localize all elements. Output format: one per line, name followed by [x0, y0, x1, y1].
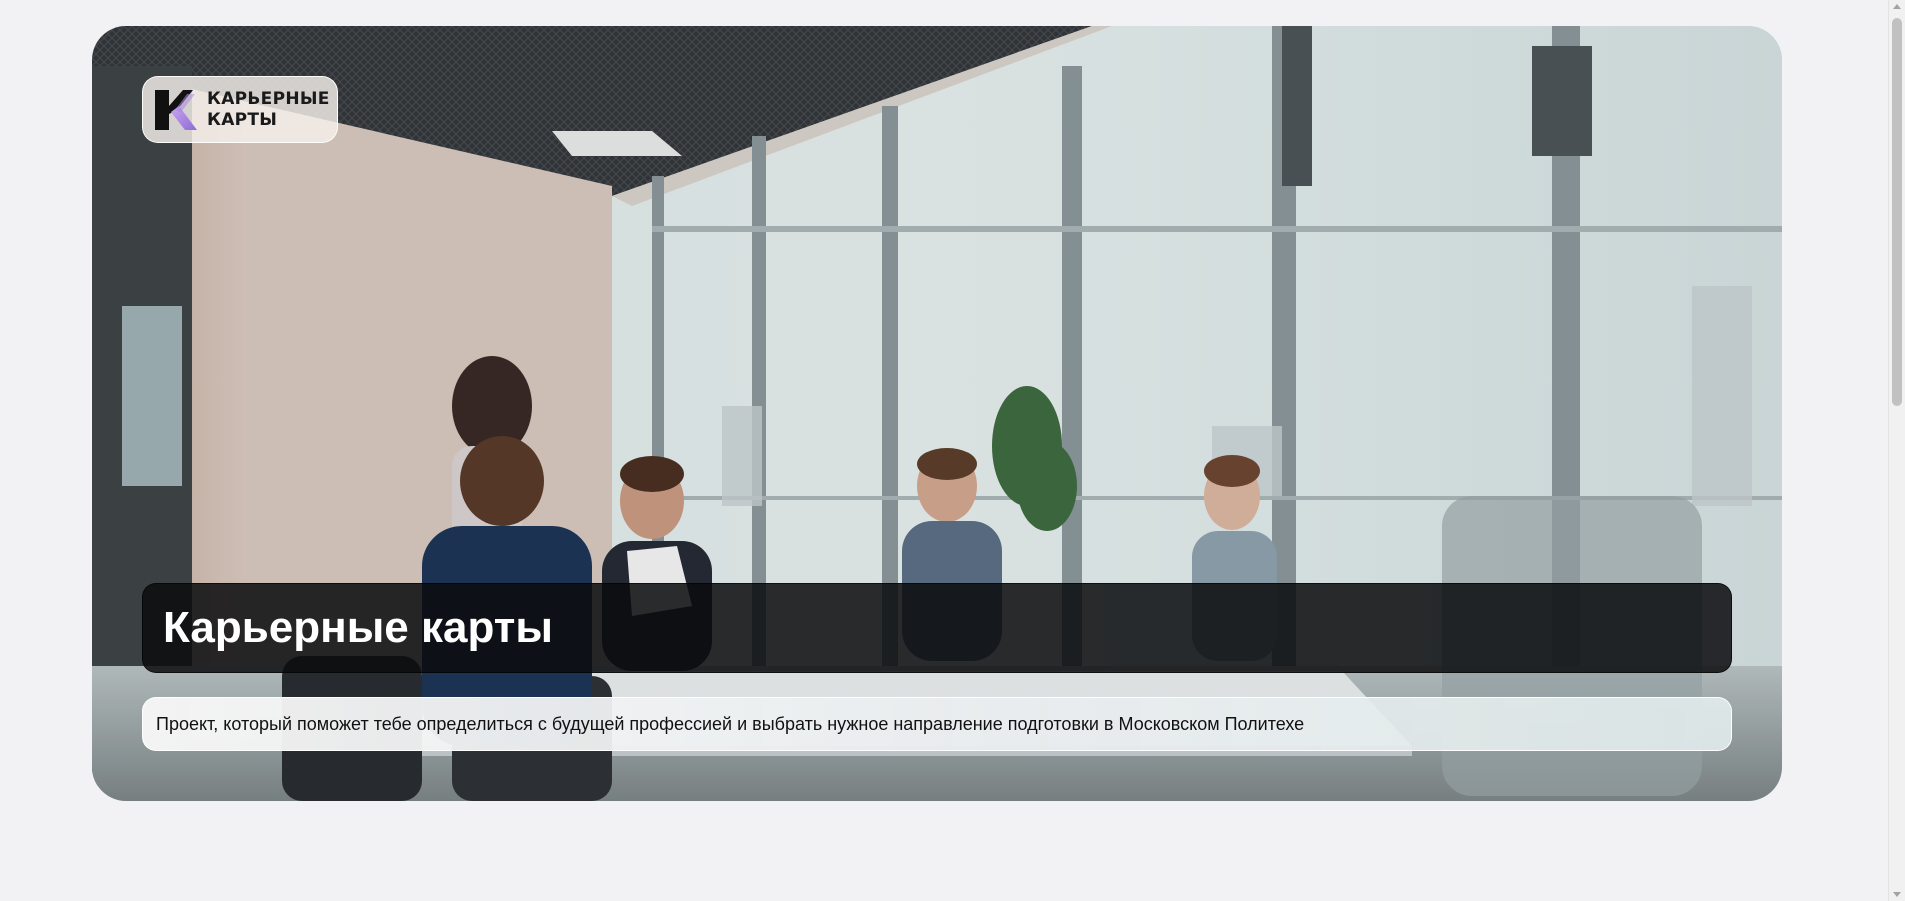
- logo-text-line-1: КАРЬЕРНЫЕ: [207, 88, 330, 109]
- scroll-up-arrow-icon[interactable]: [1893, 4, 1901, 9]
- logo-text-line-2: КАРТЫ: [207, 109, 278, 130]
- hero-subtitle: Проект, который поможет тебе определитьс…: [156, 713, 1305, 734]
- hero-background-photo: [92, 26, 1782, 801]
- logo-text: КАРЬЕРНЫЕ КАРТЫ: [207, 89, 330, 131]
- scroll-thumb[interactable]: [1892, 18, 1902, 406]
- hero-title-bar: Карьерные карты: [142, 583, 1732, 673]
- page-scrollbar[interactable]: [1888, 0, 1905, 901]
- k-logo-icon: [155, 89, 197, 130]
- logo[interactable]: КАРЬЕРНЫЕ КАРТЫ: [142, 76, 338, 143]
- hero-subtitle-bar: Проект, который поможет тебе определитьс…: [142, 697, 1732, 751]
- scroll-down-arrow-icon[interactable]: [1893, 892, 1901, 897]
- hero-banner: КАРЬЕРНЫЕ КАРТЫ Карьерные карты Проект, …: [92, 26, 1782, 801]
- hero-title: Карьерные карты: [163, 603, 553, 652]
- page: КАРЬЕРНЫЕ КАРТЫ Карьерные карты Проект, …: [0, 0, 1905, 901]
